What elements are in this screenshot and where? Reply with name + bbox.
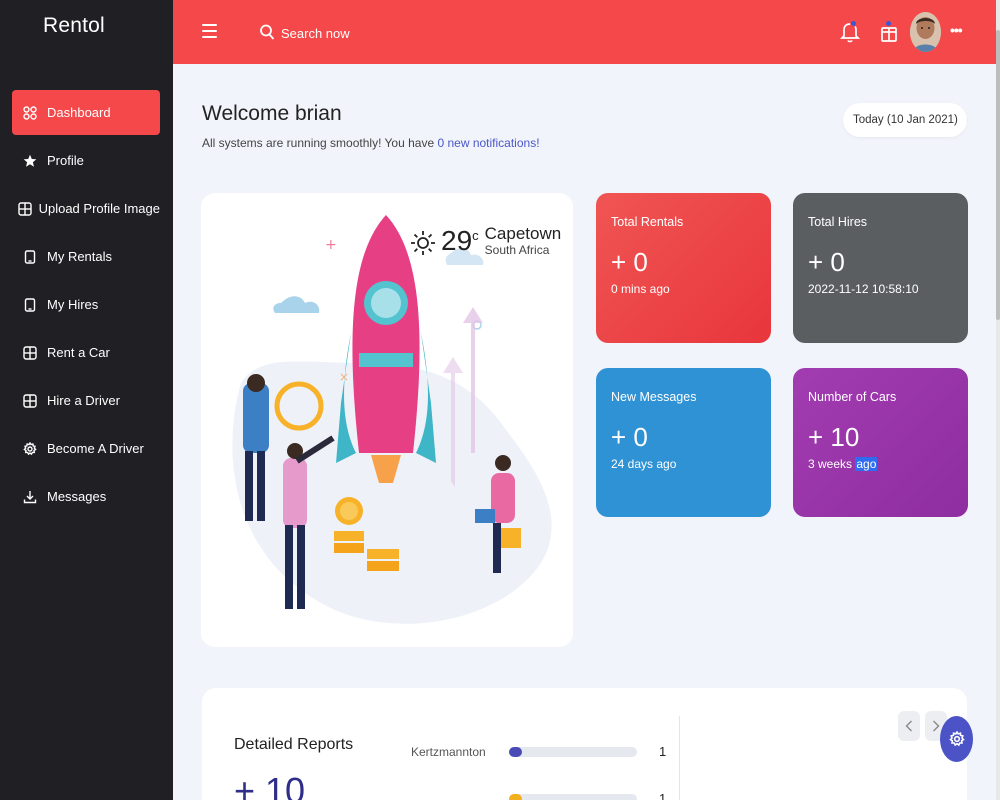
stat-title: Total Hires <box>808 215 868 229</box>
download-icon <box>12 490 47 504</box>
date-filter-label: Today (10 Jan 2021) <box>853 114 958 126</box>
sidebar-item-rent-a-car[interactable]: Rent a Car <box>12 330 160 375</box>
new-messages-card[interactable]: New Messages + 0 24 days ago <box>596 368 771 517</box>
sidebar-item-label: Upload Profile Image <box>38 201 160 216</box>
sidebar-item-label: My Rentals <box>47 249 113 264</box>
sidebar-item-label: My Hires <box>47 297 99 312</box>
report-row-value: 1 <box>659 744 667 759</box>
sidebar-item-hire-a-driver[interactable]: Hire a Driver <box>12 378 160 423</box>
weather-location: Capetown South Africa <box>484 224 562 258</box>
notification-dot <box>850 20 857 27</box>
selected-text: ago <box>855 457 878 471</box>
weather-country: South Africa <box>484 243 550 257</box>
hero-card: + × 29 c Capetown South Africa <box>201 193 573 647</box>
welcome-subtitle: All systems are running smoothly! You ha… <box>202 136 540 150</box>
stat-value: + 0 <box>611 247 648 277</box>
reports-title: Detailed Reports <box>234 736 354 753</box>
stat-value: + 0 <box>808 247 845 277</box>
plus-square-icon <box>12 201 39 216</box>
stat-value: + 10 <box>808 422 860 452</box>
sidebar-item-profile[interactable]: Profile <box>12 138 160 183</box>
avatar[interactable] <box>910 12 941 52</box>
weather-city: Capetown <box>484 224 562 243</box>
sidebar-menu: Dashboard Profile Upload Profile Image M… <box>12 90 160 522</box>
sidebar-item-become-a-driver[interactable]: Become A Driver <box>12 426 160 471</box>
star-icon <box>12 154 47 168</box>
stat-title: Number of Cars <box>808 390 897 404</box>
total-rentals-card[interactable]: Total Rentals + 0 0 mins ago <box>596 193 771 343</box>
settings-fab-button[interactable] <box>940 716 973 762</box>
gift-dot <box>885 20 892 27</box>
search-input[interactable] <box>281 22 441 44</box>
sidebar-item-my-hires[interactable]: My Hires <box>12 282 160 327</box>
notifications-link[interactable]: 0 new notifications! <box>437 136 539 150</box>
sidebar-item-label: Hire a Driver <box>47 393 120 408</box>
carousel-prev-button[interactable] <box>898 711 920 741</box>
more-icon[interactable]: ••• <box>950 22 968 38</box>
chevron-right-icon <box>933 720 940 732</box>
plus-square-icon <box>12 345 47 360</box>
sidebar-item-label: Dashboard <box>47 105 111 120</box>
report-progress-bar <box>509 793 637 800</box>
weather-temperature: 29 <box>441 225 473 256</box>
scrollbar[interactable] <box>996 0 1000 800</box>
sidebar-item-dashboard[interactable]: Dashboard <box>12 90 160 135</box>
chevron-down-icon <box>965 119 967 121</box>
stat-title: Total Rentals <box>611 215 684 229</box>
stat-timestamp: 3 weeks ago <box>808 457 968 471</box>
grid-icon <box>12 105 47 120</box>
report-progress-fill <box>509 793 522 800</box>
stat-timestamp: 2022-11-12 10:58:10 <box>808 282 919 296</box>
weather-widget: 29 c Capetown South Africa <box>409 225 561 257</box>
number-of-cars-card[interactable]: Number of Cars + 10 3 weeks ago <box>793 368 968 517</box>
sidebar-item-label: Rent a Car <box>47 345 110 360</box>
sidebar-item-upload-profile-image[interactable]: Upload Profile Image <box>12 186 160 231</box>
total-hires-card[interactable]: Total Hires + 0 2022-11-12 10:58:10 <box>793 193 968 343</box>
report-row-name: Kertzmannton <box>411 744 486 759</box>
sidebar: Rentol Dashboard Profile Upload Profile … <box>0 0 173 800</box>
stat-title: New Messages <box>611 390 697 404</box>
sidebar-item-messages[interactable]: Messages <box>12 474 160 519</box>
report-progress-fill <box>509 746 522 757</box>
report-row-value: 1 <box>659 791 667 800</box>
reports-divider <box>679 716 680 800</box>
sidebar-item-label: Messages <box>47 489 107 504</box>
plus-square-icon <box>12 393 47 408</box>
rocket-illustration: + × <box>232 215 552 624</box>
tablet-icon <box>12 249 47 264</box>
scrollbar-thumb[interactable] <box>996 30 1000 320</box>
weather-unit: c <box>472 228 479 243</box>
sidebar-item-my-rentals[interactable]: My Rentals <box>12 234 160 279</box>
stat-timestamp: 0 mins ago <box>611 282 670 296</box>
chevron-left-icon <box>905 720 912 732</box>
report-progress-bar <box>509 746 637 757</box>
topbar: ••• <box>173 0 996 64</box>
stat-value: + 0 <box>611 422 648 452</box>
menu-icon[interactable] <box>202 24 217 38</box>
stat-timestamp-text: 3 weeks <box>808 457 856 471</box>
tablet-icon <box>12 297 47 312</box>
gear-icon <box>12 441 47 456</box>
stat-timestamp: 24 days ago <box>611 457 677 471</box>
report-row: 1 <box>411 791 666 800</box>
detailed-reports-card: Detailed Reports + 10 Kertzmannton 1 1 <box>202 688 967 800</box>
app-brand[interactable]: Rentol <box>43 14 105 38</box>
date-filter-dropdown[interactable]: Today (10 Jan 2021) <box>843 103 967 137</box>
report-row: Kertzmannton 1 <box>411 744 666 759</box>
gear-icon <box>948 731 965 747</box>
welcome-subtitle-text: All systems are running smoothly! You ha… <box>202 136 438 150</box>
reports-total: + 10 <box>234 770 306 800</box>
search-icon[interactable] <box>259 24 275 40</box>
page-title: Welcome brian <box>202 102 342 125</box>
sidebar-item-label: Profile <box>47 153 84 168</box>
sun-icon <box>411 231 435 255</box>
sidebar-item-label: Become A Driver <box>47 441 144 456</box>
svg-text:+: + <box>325 237 337 253</box>
